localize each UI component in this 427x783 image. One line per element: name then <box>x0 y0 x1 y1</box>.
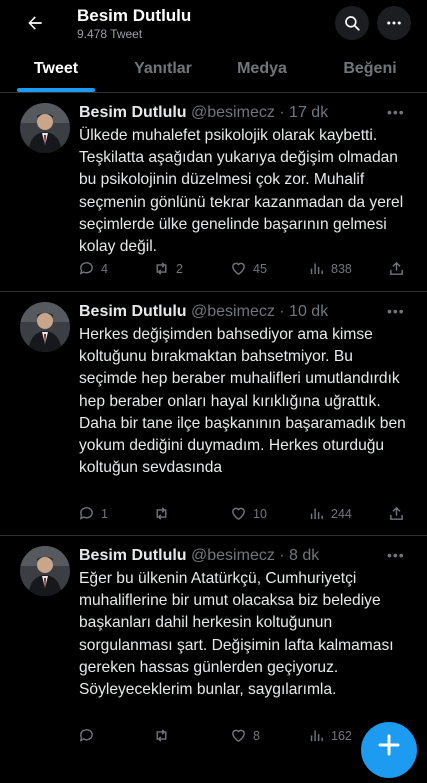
share-button[interactable] <box>388 260 405 277</box>
views-icon <box>310 508 323 520</box>
profile-photo-icon <box>20 546 70 596</box>
tweet-text: Herkes değişimden bahsediyor ama kimse k… <box>79 326 406 477</box>
tweet-header: Besim Dutlulu @besimecz · 17 dk <box>79 103 328 123</box>
heart-icon <box>232 507 245 521</box>
retweet-icon <box>156 729 167 742</box>
active-tab-indicator <box>17 88 95 92</box>
tweet[interactable]: Besim Dutlulu @besimecz · 8 dk ••• Eğer … <box>0 536 427 749</box>
back-arrow-icon <box>28 16 42 30</box>
tweet-more-icon[interactable]: ••• <box>387 547 405 563</box>
profile-tabs: Tweet Yanıtlar Medya Beğeni <box>0 48 427 93</box>
tweet-header: Besim Dutlulu @besimecz · 10 dk <box>79 302 328 322</box>
heart-icon <box>232 729 245 743</box>
reply-count: 1 <box>101 506 108 521</box>
share-icon <box>390 261 403 275</box>
like-count: 45 <box>253 261 267 276</box>
tweet-actions: 1 10 244 <box>78 505 408 525</box>
profile-photo-icon <box>20 302 70 352</box>
avatar[interactable] <box>20 546 70 596</box>
retweet-icon <box>156 262 167 275</box>
tweet-actions: 8 162 <box>78 727 408 747</box>
tweet-text: Eğer bu ülkenin Atatürkçü, Cumhuriyetçi … <box>79 570 394 699</box>
tab-media[interactable]: Medya <box>220 48 304 92</box>
author-handle-time: @besimecz · 8 dk <box>191 547 320 564</box>
views-button[interactable]: 244 <box>308 505 352 522</box>
like-button[interactable]: 8 <box>230 727 260 744</box>
tab-tweets[interactable]: Tweet <box>17 48 95 92</box>
like-button[interactable]: 45 <box>230 260 267 277</box>
reply-button[interactable]: 4 <box>78 260 108 277</box>
tab-likes[interactable]: Beğeni <box>330 48 410 92</box>
reply-count: 4 <box>101 261 108 276</box>
tweet-header: Besim Dutlulu @besimecz · 8 dk <box>79 546 319 566</box>
share-button[interactable] <box>388 505 405 522</box>
search-button[interactable] <box>335 6 369 40</box>
avatar[interactable] <box>20 103 70 153</box>
heart-icon <box>232 262 245 276</box>
author-name[interactable]: Besim Dutlulu <box>79 547 187 564</box>
retweet-button[interactable] <box>153 727 176 744</box>
reply-button[interactable] <box>78 727 101 744</box>
author-handle-time: @besimecz · 17 dk <box>191 104 329 121</box>
views-icon <box>310 263 323 275</box>
plus-icon <box>378 734 400 756</box>
reply-icon <box>79 262 93 275</box>
profile-name: Besim Dutlulu <box>77 6 192 25</box>
more-horizontal-icon <box>387 21 401 25</box>
tweet-text: Ülkede muhalefet psikolojik olarak kaybe… <box>79 127 404 256</box>
avatar[interactable] <box>20 302 70 352</box>
view-count: 162 <box>331 728 352 743</box>
views-button[interactable]: 838 <box>308 260 352 277</box>
tweet-actions: 4 2 45 838 <box>78 260 408 280</box>
reply-button[interactable]: 1 <box>78 505 108 522</box>
like-button[interactable]: 10 <box>230 505 267 522</box>
view-count: 838 <box>331 261 352 276</box>
more-options-button[interactable] <box>377 6 411 40</box>
profile-title: Besim Dutlulu 9.478 Tweet <box>77 5 191 42</box>
tweet[interactable]: Besim Dutlulu @besimecz · 10 dk ••• Herk… <box>0 292 427 536</box>
views-icon <box>310 730 323 742</box>
search-icon <box>345 16 360 31</box>
like-count: 10 <box>253 506 267 521</box>
reply-icon <box>79 729 93 742</box>
retweet-icon <box>156 507 167 520</box>
views-button[interactable]: 162 <box>308 727 352 744</box>
top-bar: Besim Dutlulu 9.478 Tweet <box>0 0 427 48</box>
author-name[interactable]: Besim Dutlulu <box>79 104 187 121</box>
author-handle-time: @besimecz · 10 dk <box>191 303 329 320</box>
view-count: 244 <box>331 506 352 521</box>
reply-icon <box>79 507 93 520</box>
back-button[interactable] <box>18 8 52 38</box>
tweet-more-icon[interactable]: ••• <box>387 104 405 120</box>
retweet-count: 2 <box>176 261 183 276</box>
tab-replies[interactable]: Yanıtlar <box>118 48 208 92</box>
author-name[interactable]: Besim Dutlulu <box>79 303 187 320</box>
profile-photo-icon <box>20 103 70 153</box>
tweet-more-icon[interactable]: ••• <box>387 303 405 319</box>
retweet-button[interactable] <box>153 505 176 522</box>
share-icon <box>390 506 403 520</box>
like-count: 8 <box>253 728 260 743</box>
tweet[interactable]: Besim Dutlulu @besimecz · 17 dk ••• Ülke… <box>0 93 427 292</box>
tweet-count: 9.478 Tweet <box>77 27 143 41</box>
retweet-button[interactable]: 2 <box>153 260 183 277</box>
compose-tweet-button[interactable] <box>361 722 417 778</box>
